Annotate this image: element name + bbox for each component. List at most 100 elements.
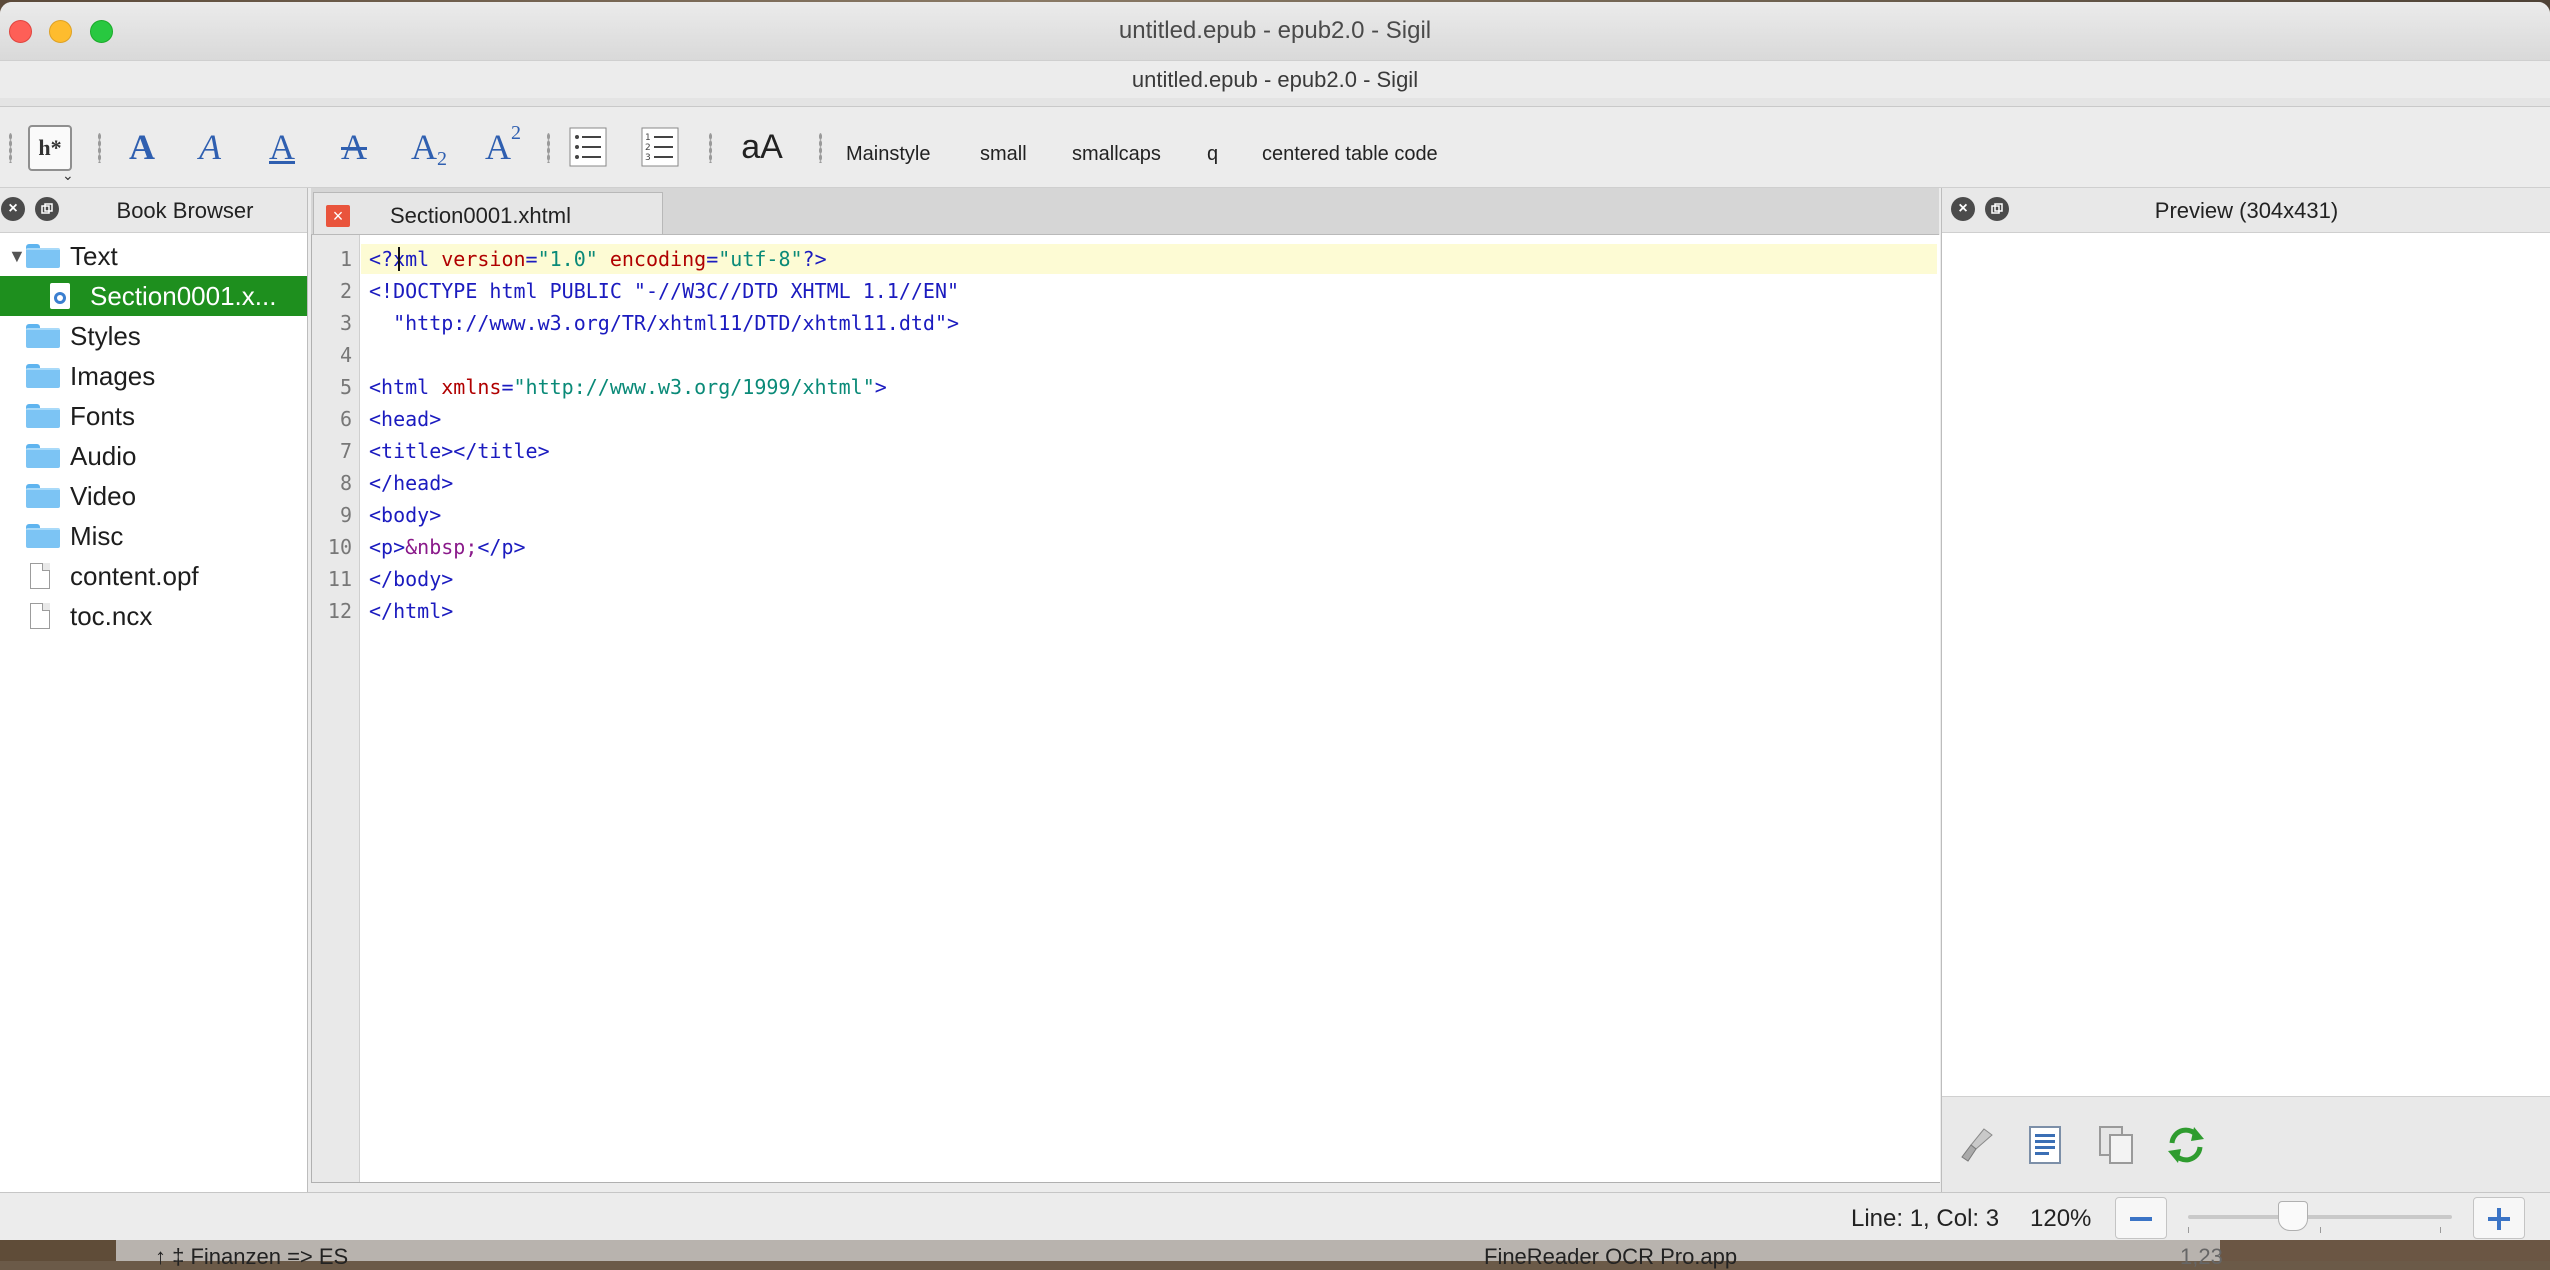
toolbar-separator — [547, 133, 550, 163]
preview-toolbar — [1942, 1096, 2550, 1193]
line-number: 9 — [339, 503, 352, 527]
line-number: 1 — [339, 247, 352, 271]
window-title: untitled.epub - epub2.0 - Sigil — [1118, 17, 1432, 44]
svg-text:1: 1 — [645, 133, 651, 143]
heading-button[interactable]: h* — [28, 125, 72, 171]
tab-label: Section0001.xhtml — [390, 203, 571, 228]
code-line[interactable]: <html xmlns="http://www.w3.org/1999/xhtm… — [369, 375, 887, 399]
tree-folder-video[interactable]: Video — [0, 476, 307, 516]
code-line[interactable]: <!DOCTYPE html PUBLIC "-//W3C//DTD XHTML… — [369, 279, 959, 303]
subscript-button[interactable]: A2 — [406, 123, 452, 171]
folder-icon — [26, 484, 60, 508]
tree-item-label: Video — [70, 480, 137, 511]
tree-folder-images[interactable]: Images — [0, 356, 307, 396]
folder-icon — [26, 364, 60, 388]
style-mainstyle-button[interactable]: Mainstyle — [846, 143, 930, 166]
line-number: 10 — [327, 535, 352, 559]
disclosure-triangle-icon: ▼ — [8, 245, 26, 266]
tree-folder-styles[interactable]: Styles — [0, 316, 307, 356]
file-icon — [30, 603, 50, 629]
zoom-in-button[interactable] — [2473, 1197, 2525, 1239]
preview-panel: × Preview (304x431) — [1941, 188, 2550, 1193]
strikethrough-button[interactable]: A — [334, 123, 374, 171]
line-number: 4 — [339, 343, 352, 367]
select-all-button[interactable] — [2024, 1123, 2068, 1167]
brush-icon — [1961, 1128, 1993, 1162]
italic-button[interactable]: A — [190, 123, 230, 171]
toolbar-separator — [709, 133, 712, 163]
underline-button[interactable]: A — [262, 123, 302, 171]
line-number: 7 — [339, 439, 352, 463]
zoom-out-button[interactable] — [2115, 1197, 2167, 1239]
background-window-text: ↑ ‡ Finanzen => ES — [155, 1244, 349, 1269]
tree-item-label: Misc — [70, 520, 124, 551]
tree-folder-text[interactable]: ▼ Text — [0, 236, 307, 276]
change-case-button[interactable]: aA — [734, 123, 790, 171]
code-line[interactable]: <title></title> — [369, 439, 550, 463]
tree-folder-fonts[interactable]: Fonts — [0, 396, 307, 436]
file-icon — [30, 563, 50, 589]
code-line[interactable]: <p>&nbsp;</p> — [369, 535, 526, 559]
folder-icon — [26, 404, 60, 428]
cursor-position: Line: 1, Col: 3 — [1851, 1205, 2000, 1232]
folder-icon — [26, 444, 60, 468]
tree-item-label: Text — [70, 240, 118, 271]
line-number: 5 — [339, 375, 352, 399]
tree-file-content-opf[interactable]: content.opf — [0, 556, 307, 596]
copy-icon — [2099, 1126, 2133, 1164]
background-app-text: FineReader OCR Pro.app — [1484, 1244, 1738, 1269]
close-icon[interactable]: × — [326, 205, 350, 227]
code-line[interactable]: <?xml version="1.0" encoding="utf-8"?> — [369, 247, 827, 271]
tree-file-toc-ncx[interactable]: toc.ncx — [0, 596, 307, 636]
refresh-button[interactable] — [2164, 1123, 2208, 1167]
tree-folder-misc[interactable]: Misc — [0, 516, 307, 556]
style-smallcaps-button[interactable]: smallcaps — [1072, 143, 1161, 166]
bullet-list-button[interactable] — [566, 123, 610, 171]
background-number-text: 1,23 — [2180, 1244, 2223, 1269]
code-line[interactable]: <body> — [369, 503, 441, 527]
background-window-strip — [0, 1240, 2550, 1261]
line-number: 12 — [327, 599, 352, 623]
chevron-down-icon: ⌄ — [62, 167, 74, 183]
code-line[interactable]: <head> — [369, 407, 441, 431]
copy-button[interactable] — [2094, 1123, 2138, 1167]
zoom-slider-thumb[interactable] — [2277, 1201, 2308, 1231]
code-line[interactable]: "http://www.w3.org/TR/xhtml11/DTD/xhtml1… — [369, 311, 959, 335]
tree-file-section0001[interactable]: Section0001.x... — [0, 276, 307, 316]
tree-item-label: Audio — [70, 440, 137, 471]
style-small-button[interactable]: small — [980, 143, 1027, 166]
underline-icon: A — [269, 127, 295, 167]
code-line[interactable]: </body> — [369, 567, 453, 591]
bold-button[interactable]: A — [122, 123, 162, 171]
refresh-icon — [2168, 1127, 2204, 1163]
tree-folder-audio[interactable]: Audio — [0, 436, 307, 476]
superscript-digit: 2 — [511, 121, 521, 144]
code-line[interactable]: </head> — [369, 471, 453, 495]
numbered-list-button[interactable]: 1 2 3 — [638, 123, 682, 171]
tab-section0001[interactable]: × Section0001.xhtml — [313, 192, 663, 234]
style-centered-table-code-button[interactable]: centered table code — [1262, 143, 1438, 166]
superscript-icon: A — [485, 127, 511, 167]
line-number: 6 — [339, 407, 352, 431]
code-editor[interactable]: 1 2 3 4 5 6 7 8 9 10 11 12 <?xml version… — [311, 235, 1940, 1183]
code-line[interactable]: </html> — [369, 599, 453, 623]
inspect-button[interactable] — [1954, 1123, 1998, 1167]
status-bar: Line: 1, Col: 3 120% — [0, 1192, 2550, 1240]
slider-tick — [2320, 1227, 2321, 1233]
book-browser-panel: × Book Browser ▼ Text Section0001.x... S… — [0, 188, 308, 1192]
title-bar[interactable]: untitled.epub - epub2.0 - Sigil — [0, 2, 2550, 60]
tree-item-label: Images — [70, 360, 156, 391]
toolbar-separator — [819, 133, 822, 163]
superscript-button[interactable]: A2 — [480, 121, 526, 171]
style-q-button[interactable]: q — [1207, 143, 1218, 166]
tree-item-label: content.opf — [70, 560, 199, 591]
subscript-icon: A — [411, 127, 437, 167]
slider-tick — [2188, 1227, 2189, 1233]
line-number: 11 — [327, 567, 352, 591]
line-number: 3 — [339, 311, 352, 335]
numbered-list-icon: 1 2 3 — [641, 127, 679, 167]
book-browser-header: × Book Browser — [0, 188, 307, 233]
line-number: 8 — [339, 471, 352, 495]
bold-icon: A — [129, 127, 155, 167]
zoom-slider[interactable] — [2188, 1201, 2452, 1231]
